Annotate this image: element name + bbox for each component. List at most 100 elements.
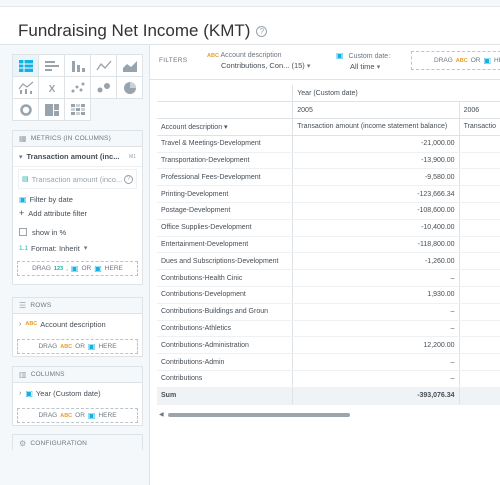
add-attribute-filter-button[interactable]: + Add attribute filter bbox=[13, 206, 142, 220]
cell-value bbox=[458, 152, 500, 170]
scroll-left-icon[interactable]: ◀ bbox=[159, 411, 164, 418]
metric-item[interactable]: ▾ Transaction amount (inc... M1 bbox=[13, 147, 142, 167]
metric-tag: M1 bbox=[129, 153, 136, 160]
cell-value bbox=[458, 303, 500, 321]
help-icon[interactable]: ? bbox=[256, 25, 268, 37]
column-group-header-row: Year (Custom date) bbox=[157, 85, 500, 103]
show-in-percent-checkbox[interactable]: show in % bbox=[13, 223, 142, 241]
format-dropdown[interactable]: 1.1 Format: Inherit ▾ bbox=[13, 241, 142, 255]
row-label: Contributions-Athletics bbox=[157, 320, 293, 338]
cell-value: -21,000.00 bbox=[292, 135, 460, 153]
chevron-down-icon: ▾ bbox=[19, 153, 23, 161]
chevron-down-icon: ▾ bbox=[83, 245, 88, 252]
filter-dropzone[interactable]: DRAG ABC OR ▣ HE bbox=[411, 51, 500, 70]
table-row: Postage-Development -108,600.00 bbox=[157, 202, 500, 220]
filter-account-description[interactable]: ABC Account description Contributions, C… bbox=[207, 51, 314, 72]
line-chart-icon[interactable] bbox=[90, 54, 117, 77]
cell-value: -13,900.00 bbox=[292, 152, 460, 170]
row-label: Contributions-Buildings and Groun bbox=[157, 303, 293, 321]
gear-icon: ⚙ bbox=[19, 438, 27, 448]
row-label: Professional Fees-Development bbox=[157, 168, 293, 187]
scatter-plot-icon[interactable] bbox=[64, 76, 91, 99]
metrics-dropzone[interactable]: DRAG 123 , ▣ OR ▣ HERE bbox=[17, 261, 138, 276]
cell-value bbox=[458, 370, 500, 388]
calendar-icon: ▣ bbox=[19, 194, 27, 204]
pie-chart-icon[interactable] bbox=[116, 76, 143, 99]
row-attribute-item[interactable]: › ABC Account description bbox=[13, 314, 142, 334]
measure-header[interactable]: Transaction amount (income statement bal… bbox=[292, 118, 460, 136]
columns-header: ▥ COLUMNS bbox=[13, 367, 142, 383]
combo-chart-icon[interactable] bbox=[12, 76, 39, 99]
cell-value bbox=[458, 286, 500, 304]
measure-header[interactable]: Transactio bbox=[458, 118, 500, 136]
horizontal-scrollbar[interactable] bbox=[168, 413, 350, 417]
pivot-table: Year (Custom date) 2005 2006 Account des… bbox=[157, 85, 500, 410]
configuration-section[interactable]: ⚙ CONFIGURATION bbox=[12, 434, 143, 451]
cell-value bbox=[458, 219, 500, 237]
bar-chart-icon[interactable] bbox=[38, 54, 65, 77]
column-chart-icon[interactable] bbox=[64, 54, 91, 77]
row-label: Transportation-Development bbox=[157, 152, 293, 170]
cell-value: -123,666.34 bbox=[292, 185, 460, 204]
cell-value bbox=[458, 185, 500, 204]
metrics-icon: ▦ bbox=[19, 134, 27, 143]
table-row: Professional Fees-Development -9,580.00 bbox=[157, 168, 500, 187]
cell-value bbox=[458, 320, 500, 338]
table-row: Contributions-Development 1,930.00 bbox=[157, 286, 500, 304]
table-row: Contributions-Administration 12,200.00 bbox=[157, 336, 500, 355]
svg-text:X: X bbox=[48, 84, 55, 95]
calendar-icon: ▣ bbox=[87, 342, 96, 351]
cell-value bbox=[458, 353, 500, 372]
chevron-right-icon: › bbox=[19, 389, 22, 397]
rows-dropzone[interactable]: DRAG ABC OR ▣ HERE bbox=[17, 339, 138, 354]
filter-divider bbox=[150, 79, 500, 80]
row-label: Entertainment-Development bbox=[157, 236, 293, 254]
help-icon[interactable]: ? bbox=[124, 174, 133, 184]
cell-value bbox=[458, 252, 500, 271]
treemap-icon[interactable] bbox=[38, 98, 65, 121]
filter-custom-date[interactable]: ▣ Custom date: All time ▾ bbox=[336, 51, 390, 73]
columns-dropzone[interactable]: DRAG ABC OR ▣ HERE bbox=[17, 408, 138, 423]
cell-value bbox=[458, 202, 500, 220]
page-title: Fundraising Net Income (KMT) ? bbox=[18, 21, 268, 41]
table-row: Office Supplies-Development -10,400.00 bbox=[157, 219, 500, 237]
heatmap-icon[interactable] bbox=[64, 98, 91, 121]
table-row: Contributions-Admin – bbox=[157, 353, 500, 372]
table-row: Dues and Subscriptions-Development -1,260… bbox=[157, 252, 500, 271]
row-label: Contributions-Development bbox=[157, 286, 293, 304]
headline-icon[interactable]: X bbox=[38, 76, 65, 99]
table-row: Contributions-Buildings and Groun – bbox=[157, 303, 500, 321]
bubble-chart-icon[interactable] bbox=[90, 76, 117, 99]
configuration-panel: X ▦ METRICS (IN COLUMNS) ▾ Transaction am… bbox=[0, 45, 150, 485]
cell-value bbox=[458, 336, 500, 355]
metric-measure-select[interactable]: ▤ Transaction amount (inco... ? bbox=[18, 169, 137, 189]
column-group-header: Year (Custom date) bbox=[292, 85, 500, 103]
cell-value: – bbox=[292, 370, 460, 388]
rows-header: ☰ ROWS bbox=[13, 298, 142, 314]
table-row: Printing-Development -123,666.34 bbox=[157, 185, 500, 204]
configuration-header[interactable]: ⚙ CONFIGURATION bbox=[13, 435, 142, 451]
cell-value bbox=[458, 135, 500, 153]
column-attribute-item[interactable]: › ▣ Year (Custom date) bbox=[13, 383, 142, 403]
cell-value: -10,400.00 bbox=[292, 219, 460, 237]
row-label: Dues and Subscriptions-Development bbox=[157, 252, 293, 271]
donut-chart-icon[interactable] bbox=[12, 98, 39, 121]
chevron-down-icon: ▾ bbox=[376, 64, 381, 71]
cell-value: – bbox=[292, 353, 460, 372]
cell-value: -118,800.00 bbox=[292, 236, 460, 254]
calendar-icon: ▣ bbox=[94, 264, 102, 273]
cell-value: -108,600.00 bbox=[292, 202, 460, 220]
table-viz-icon[interactable] bbox=[12, 54, 39, 77]
measure-header-row: Account description ▾ Transaction amount… bbox=[157, 118, 500, 136]
calendar-icon: ▣ bbox=[483, 56, 492, 65]
metrics-section: ▦ METRICS (IN COLUMNS) ▾ Transaction amou… bbox=[12, 130, 143, 285]
calendar-icon: ▣ bbox=[336, 51, 344, 60]
filter-by-date-toggle[interactable]: ▣ Filter by date bbox=[13, 192, 142, 206]
table-row: Contributions-Health Cinic – bbox=[157, 269, 500, 288]
row-label: Contributions-Admin bbox=[157, 353, 293, 372]
attribute-icon: ABC bbox=[207, 53, 219, 59]
row-label: Office Supplies-Development bbox=[157, 219, 293, 237]
area-chart-icon[interactable] bbox=[116, 54, 143, 77]
row-attribute-header[interactable]: Account description ▾ bbox=[157, 118, 293, 136]
chevron-down-icon: ▾ bbox=[306, 63, 311, 70]
